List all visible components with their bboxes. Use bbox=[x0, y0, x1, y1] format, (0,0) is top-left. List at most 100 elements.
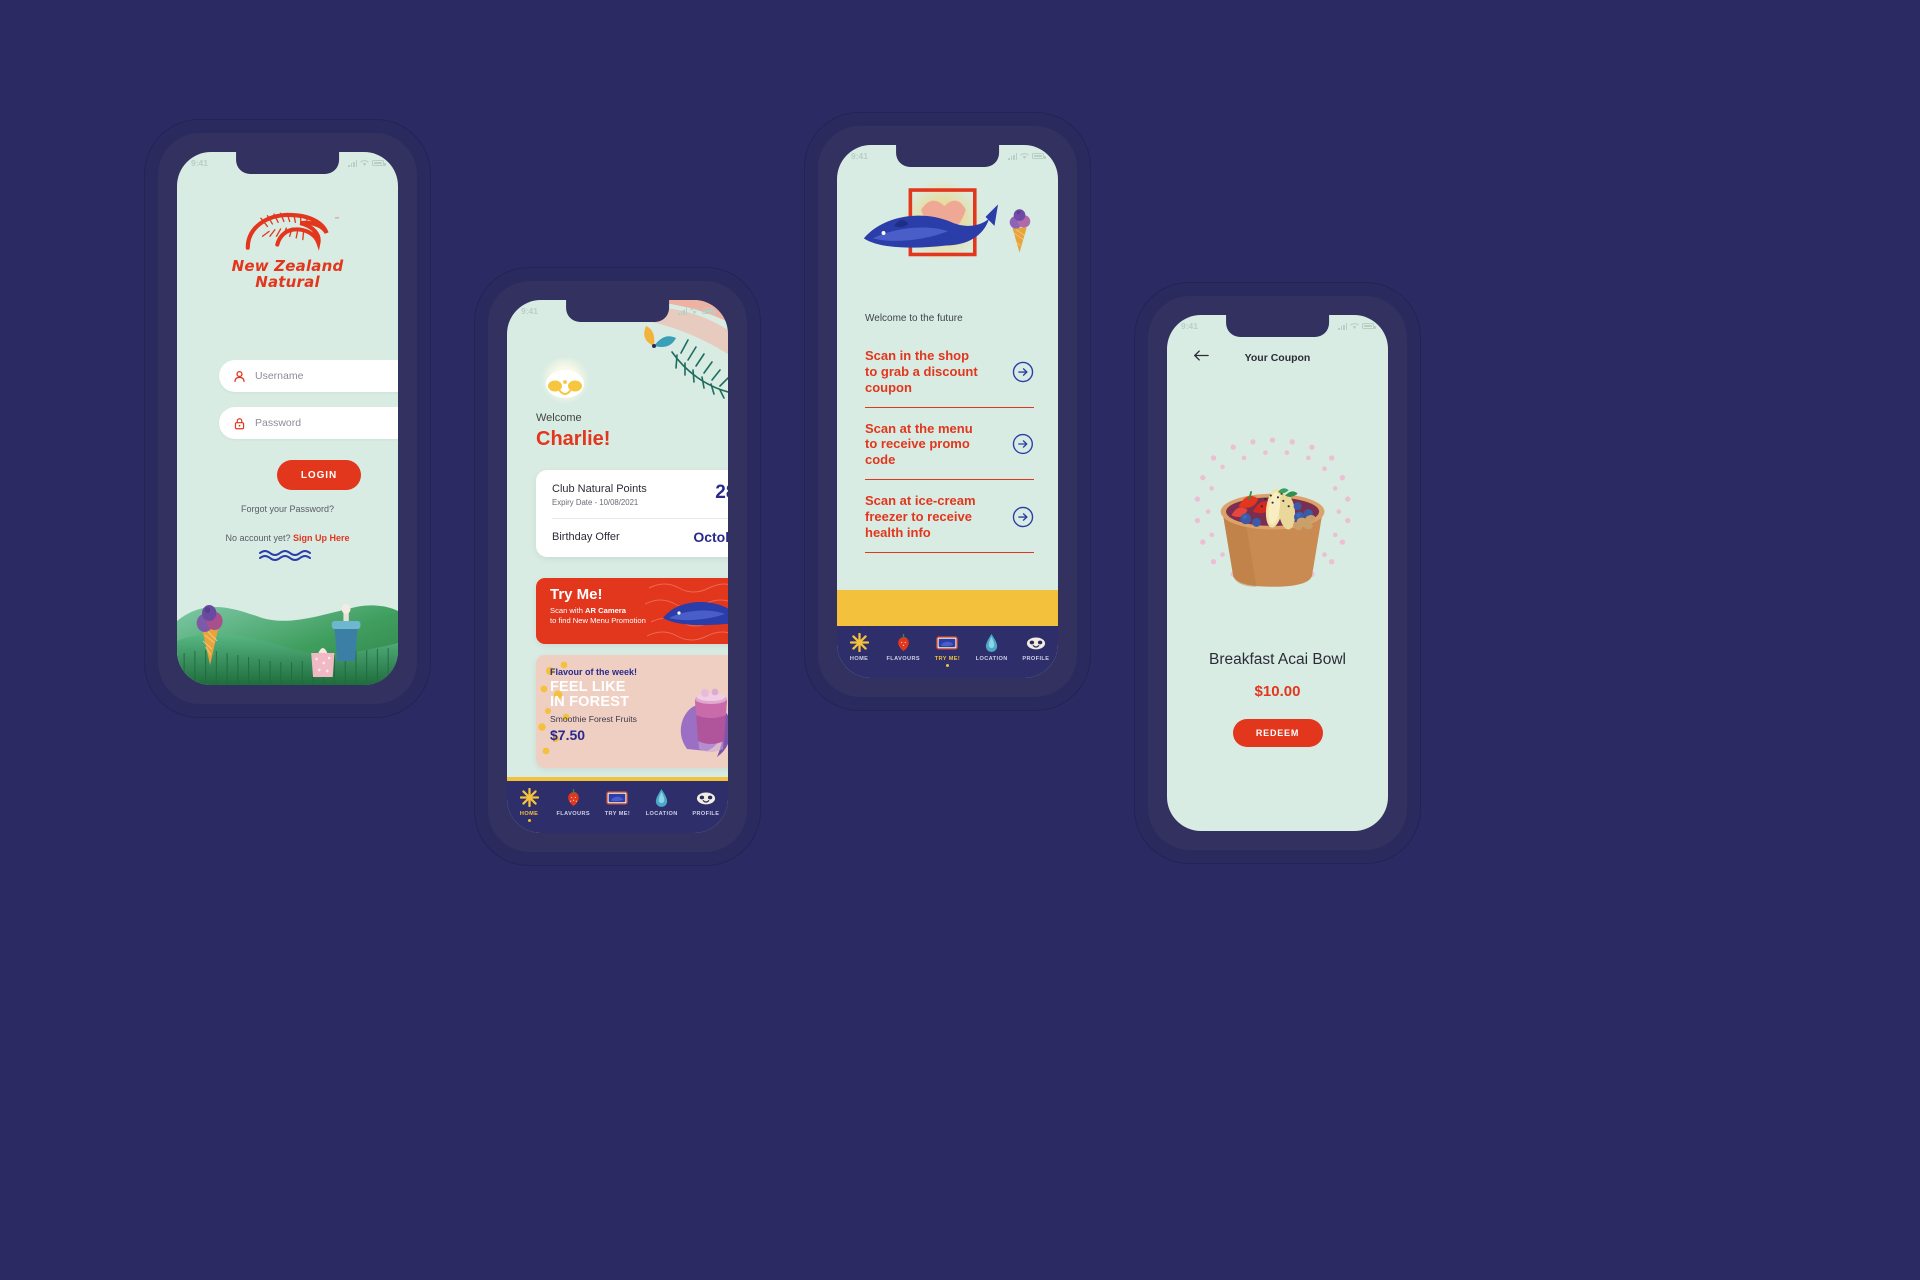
coupon-screen: 9:41 Your Coupon Breakfast Acai Bowl $10… bbox=[1167, 315, 1388, 831]
back-button[interactable] bbox=[1193, 349, 1209, 367]
user-name: Charlie! bbox=[536, 428, 611, 450]
phone-body: 9:41 bbox=[818, 126, 1077, 697]
notch bbox=[895, 145, 1000, 167]
home-screen: 9:41 Welcome Charlie! Club Natural Point… bbox=[507, 300, 728, 833]
flavour-title: FEEL LIKE IN FOREST bbox=[550, 679, 728, 711]
nav-item-profile[interactable]: PROFILE bbox=[685, 786, 727, 817]
flavour-title-line2: IN FOREST bbox=[550, 694, 630, 711]
flavour-kicker: Flavour of the week! bbox=[550, 667, 638, 677]
nav-label: HOME bbox=[519, 811, 539, 817]
nav-item-flavours[interactable]: FLAVOURS bbox=[882, 631, 924, 662]
username-input[interactable]: Username bbox=[219, 360, 398, 392]
scan-welcome-text: Welcome to the future bbox=[865, 313, 963, 324]
sign-up-link[interactable]: Sign Up Here bbox=[293, 533, 350, 543]
nav-item-try-me[interactable]: TRY ME! bbox=[596, 786, 638, 817]
wifi-icon bbox=[1350, 322, 1359, 329]
strawberry-icon bbox=[552, 786, 594, 808]
flavour-price: $7.50 bbox=[550, 727, 586, 744]
login-illustration bbox=[177, 555, 398, 685]
arrow-right-circle-icon bbox=[1013, 434, 1034, 455]
arrow-right-circle-icon bbox=[1012, 361, 1034, 383]
nav-label: TRY ME! bbox=[604, 811, 631, 817]
try-me-banner[interactable]: Try Me! Scan with AR Camera to find New … bbox=[536, 578, 728, 644]
notch bbox=[1225, 315, 1330, 337]
brand-logo: ™ New Zealand Natural bbox=[177, 210, 398, 290]
nav-label: TRY ME! bbox=[934, 656, 961, 662]
logo-line-2: Natural bbox=[255, 273, 320, 292]
phone-mockup-coupon: 9:41 Your Coupon Breakfast Acai Bowl $10… bbox=[1135, 283, 1420, 863]
notch bbox=[235, 152, 340, 174]
try-me-line1-pre: Scan with bbox=[550, 606, 586, 615]
ar-camera-icon bbox=[926, 631, 968, 653]
status-time: 9:41 bbox=[851, 151, 869, 161]
points-card[interactable]: Club Natural Points Expiry Date - 10/08/… bbox=[536, 470, 728, 557]
redeem-button[interactable]: REDEEM bbox=[1232, 719, 1323, 747]
nav-label: FLAVOURS bbox=[556, 811, 591, 817]
try-me-title: Try Me! bbox=[550, 586, 603, 603]
starburst-icon bbox=[508, 786, 550, 808]
starburst-icon bbox=[838, 631, 880, 653]
nav-item-location[interactable]: LOCATION bbox=[641, 786, 683, 817]
forgot-password-link[interactable]: Forgot your Password? bbox=[177, 504, 398, 514]
nav-label: HOME bbox=[849, 656, 869, 662]
wifi-icon bbox=[690, 307, 699, 314]
wifi-icon bbox=[360, 159, 369, 166]
signal-icon bbox=[348, 159, 357, 167]
fern-icon: ™ bbox=[245, 212, 338, 251]
smiley-face-icon bbox=[685, 786, 727, 808]
sign-up-row: No account yet? Sign Up Here bbox=[177, 533, 398, 543]
bottom-navigation: HOME FLAVOURS TRY ME! LOCATION PROFILE bbox=[837, 622, 1058, 678]
ice-cream-cone-icon bbox=[1009, 209, 1031, 253]
status-time: 9:41 bbox=[1181, 321, 1199, 331]
product-image bbox=[1167, 393, 1388, 641]
signal-icon bbox=[678, 307, 687, 315]
birthday-offer-label: Birthday Offer bbox=[552, 531, 620, 543]
flavour-title-line1: FEEL LIKE bbox=[550, 679, 626, 695]
logo-line-1: New Zealand bbox=[231, 257, 344, 275]
phone-body: 9:41 bbox=[488, 281, 747, 852]
scan-option-freezer[interactable]: Scan at ice-cream freezer to receive hea… bbox=[865, 480, 1034, 553]
password-input[interactable]: Password bbox=[219, 407, 398, 439]
no-account-label: No account yet? bbox=[225, 533, 291, 543]
signal-icon bbox=[1338, 322, 1347, 330]
nav-item-try-me[interactable]: TRY ME! bbox=[926, 631, 968, 667]
scan-option-shop[interactable]: Scan in the shop to grab a discount coup… bbox=[865, 335, 1034, 408]
wifi-icon bbox=[1020, 152, 1029, 159]
nav-item-profile[interactable]: PROFILE bbox=[1015, 631, 1057, 662]
welcome-label: Welcome bbox=[536, 412, 582, 424]
phone-body: 9:41 bbox=[158, 133, 417, 704]
scan-options-list: Scan in the shop to grab a discount coup… bbox=[865, 335, 1034, 553]
scan-option-text: Scan at the menu to receive promo code bbox=[865, 420, 973, 468]
battery-icon bbox=[702, 308, 716, 314]
login-button[interactable]: LOGIN bbox=[277, 460, 361, 490]
water-drop-icon bbox=[641, 786, 683, 808]
battery-icon bbox=[1362, 323, 1376, 329]
nav-item-home[interactable]: HOME bbox=[508, 786, 550, 822]
person-icon bbox=[234, 370, 245, 382]
points-label: Club Natural Points bbox=[552, 483, 647, 495]
logo-text: New Zealand Natural bbox=[177, 257, 398, 292]
whale-ar-illustration bbox=[837, 173, 1058, 293]
nav-label: LOCATION bbox=[975, 656, 1008, 662]
flavour-description: Smoothie Forest Fruits bbox=[550, 714, 637, 725]
status-time: 9:41 bbox=[521, 306, 539, 316]
phone-mockup-home: 9:41 Welcome Charlie! Club Natural Point… bbox=[475, 268, 760, 865]
scan-option-menu[interactable]: Scan at the menu to receive promo code bbox=[865, 408, 1034, 481]
nav-item-home[interactable]: HOME bbox=[838, 631, 880, 662]
bottom-navigation: HOME FLAVOURS TRY ME! LOCATION PROFILE bbox=[507, 777, 728, 833]
points-value: 289 bbox=[715, 482, 728, 503]
strawberry-icon bbox=[882, 631, 924, 653]
battery-icon bbox=[372, 160, 386, 166]
nav-item-location[interactable]: LOCATION bbox=[971, 631, 1013, 662]
arrow-left-icon bbox=[1194, 350, 1209, 361]
scan-screen: 9:41 Welcome to the future Scan in the s… bbox=[837, 145, 1058, 678]
scan-option-text: Scan at ice-cream freezer to receive hea… bbox=[865, 493, 976, 540]
water-drop-icon bbox=[971, 631, 1013, 653]
try-me-subtitle: Scan with AR Camera to find New Menu Pro… bbox=[550, 606, 728, 627]
nav-label: FLAVOURS bbox=[886, 656, 921, 662]
flavour-of-week-card[interactable]: Flavour of the week! FEEL LIKE IN FOREST… bbox=[536, 655, 728, 768]
coupon-header: Your Coupon bbox=[1167, 345, 1388, 371]
scan-option-text: Scan in the shop to grab a discount coup… bbox=[865, 348, 978, 395]
nav-item-flavours[interactable]: FLAVOURS bbox=[552, 786, 594, 817]
sun-cloud-mascot-icon bbox=[541, 358, 589, 404]
